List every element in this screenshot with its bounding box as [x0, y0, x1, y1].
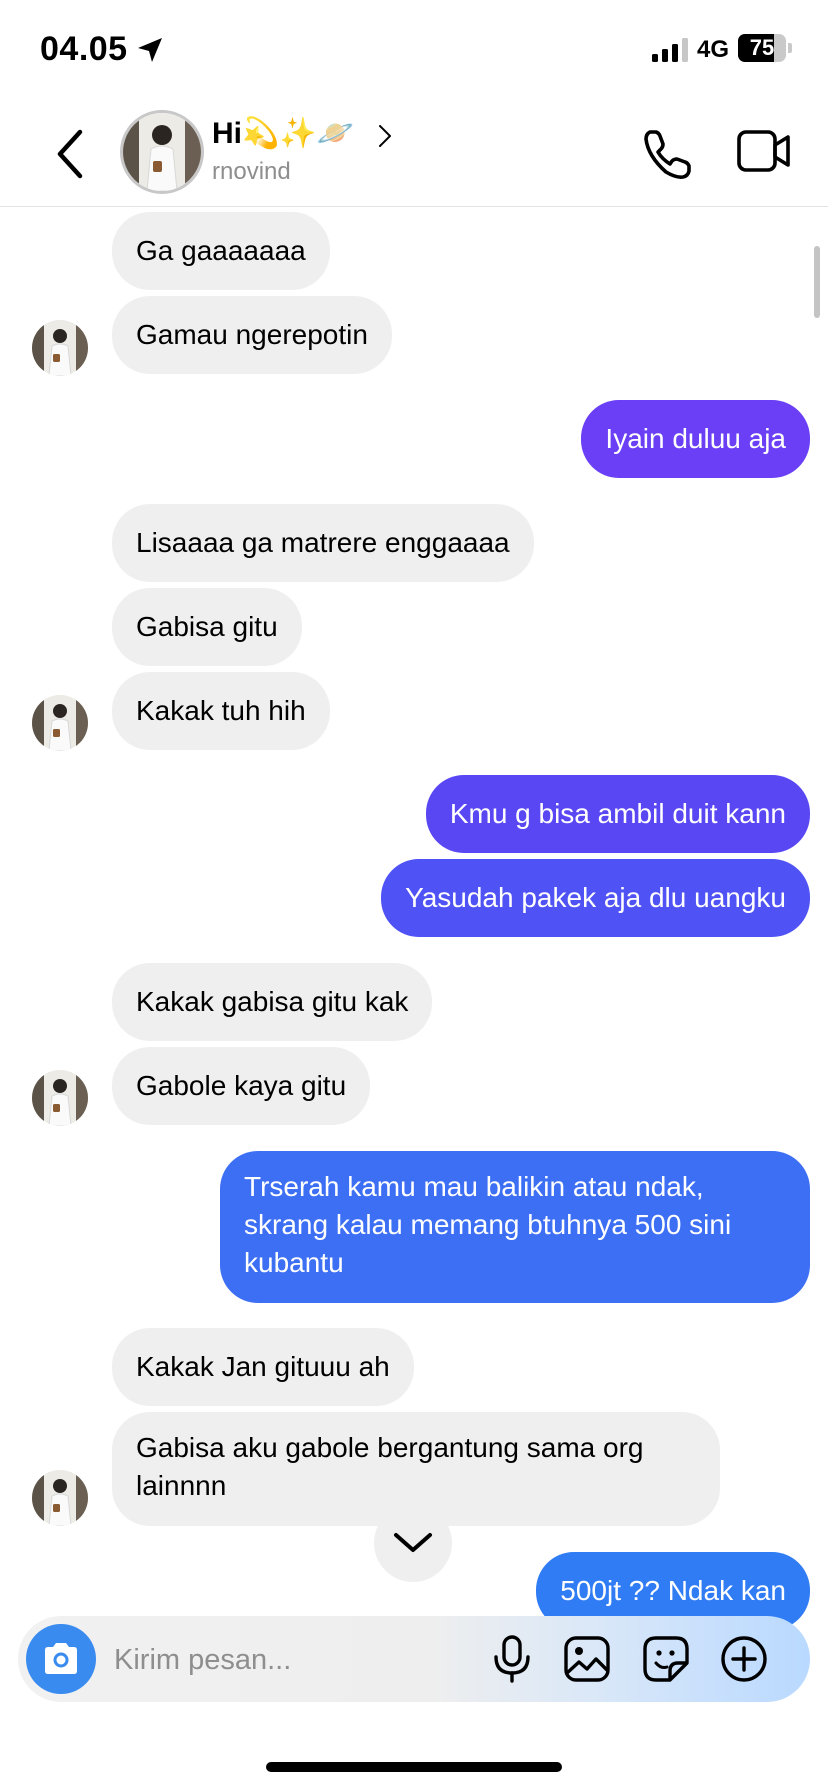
- message-bubble-incoming[interactable]: Kakak tuh hih: [112, 672, 330, 750]
- sender-avatar[interactable]: [32, 1070, 88, 1126]
- contact-username[interactable]: rnovind: [212, 158, 291, 186]
- message-bubble-incoming[interactable]: Kakak gabisa gitu kak: [112, 963, 433, 1041]
- video-camera-icon[interactable]: [736, 128, 792, 176]
- camera-button[interactable]: [26, 1624, 96, 1694]
- camera-icon: [45, 1643, 77, 1674]
- contact-avatar[interactable]: [120, 110, 204, 194]
- microphone-icon[interactable]: [490, 1635, 534, 1683]
- sender-avatar[interactable]: [32, 320, 88, 376]
- back-icon[interactable]: [52, 126, 92, 182]
- scrollbar[interactable]: [814, 246, 820, 318]
- contact-display-name[interactable]: Hi💫✨🪐: [212, 116, 354, 151]
- message-thread[interactable]: Ga gaaaaaaa Gamau ngerepotin Iyain duluu…: [0, 207, 828, 1632]
- network-type: 4G: [697, 36, 730, 63]
- signal-strength-icon: [652, 38, 688, 62]
- message-bubble-outgoing[interactable]: Iyain duluu aja: [581, 400, 810, 478]
- message-bubble-incoming[interactable]: Kakak Jan gituuu ah: [112, 1328, 414, 1406]
- gallery-image-icon[interactable]: [563, 1635, 611, 1683]
- message-bubble-outgoing[interactable]: Yasudah pakek aja dlu uangku: [381, 859, 810, 937]
- message-bubble-incoming[interactable]: Gabisa gitu: [112, 588, 302, 666]
- sender-avatar[interactable]: [32, 1470, 88, 1526]
- message-bubble-incoming[interactable]: Ga gaaaaaaa: [112, 212, 330, 290]
- battery-percent: 75: [749, 35, 775, 60]
- message-bubble-incoming[interactable]: Gabole kaya gitu: [112, 1047, 371, 1125]
- message-bubble-incoming[interactable]: Gamau ngerepotin: [112, 296, 392, 374]
- status-time: 04.05: [40, 30, 128, 68]
- status-bar: 04.05 4G 75: [0, 0, 828, 100]
- message-bubble-incoming[interactable]: Lisaaaa ga matrere enggaaaa: [112, 504, 534, 582]
- message-bubble-outgoing[interactable]: Kmu g bisa ambil duit kann: [425, 775, 810, 853]
- scroll-to-bottom-button[interactable]: [374, 1504, 452, 1582]
- chevron-right-icon[interactable]: [378, 124, 392, 148]
- message-input[interactable]: [112, 1637, 496, 1683]
- phone-icon[interactable]: [640, 126, 696, 182]
- location-arrow-icon: [138, 38, 162, 62]
- battery-indicator: 75: [738, 34, 792, 64]
- add-plus-icon[interactable]: [720, 1635, 768, 1683]
- sender-avatar[interactable]: [32, 695, 88, 751]
- message-bubble-outgoing[interactable]: Trserah kamu mau balikin atau ndak, skra…: [220, 1151, 810, 1303]
- chat-header: Hi💫✨🪐 rnovind: [0, 100, 828, 207]
- sticker-icon[interactable]: [642, 1635, 690, 1683]
- message-composer: [18, 1616, 810, 1702]
- chevron-down-icon: [394, 1533, 432, 1552]
- home-indicator[interactable]: [266, 1762, 562, 1772]
